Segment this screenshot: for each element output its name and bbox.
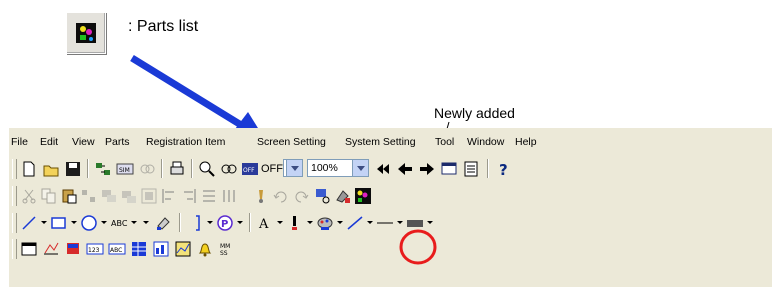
highlight-circle: [399, 229, 437, 265]
